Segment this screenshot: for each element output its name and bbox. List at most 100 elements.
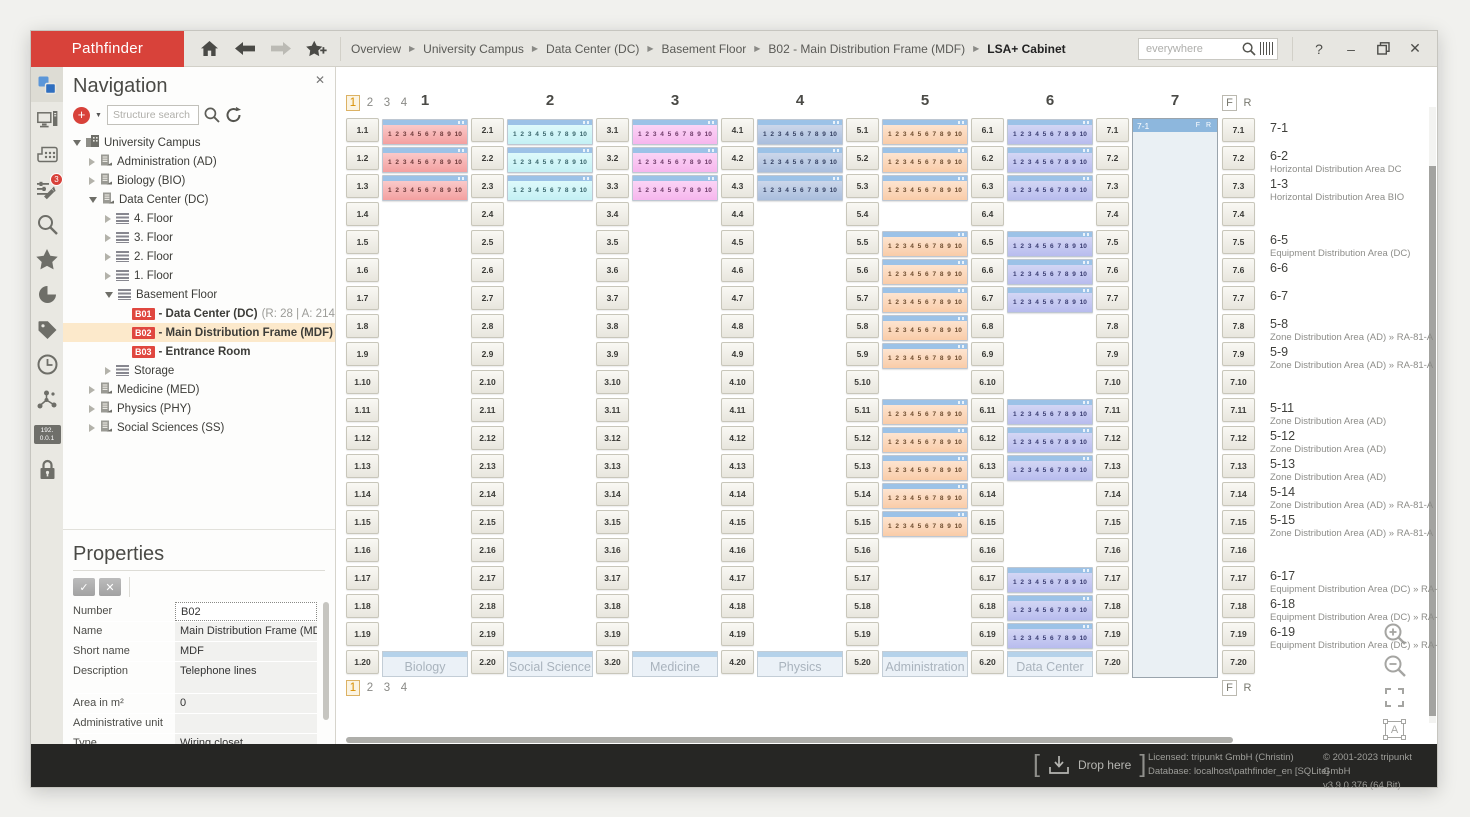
collapsed-arrow-icon[interactable] bbox=[89, 424, 95, 432]
tree-item[interactable]: University Campus bbox=[63, 133, 335, 152]
collapsed-arrow-icon[interactable] bbox=[89, 386, 95, 394]
row-label-1.4[interactable]: 1.4 bbox=[346, 202, 379, 226]
row-label-6.18[interactable]: 6.18 bbox=[971, 594, 1004, 618]
terminal-block-5.1[interactable]: 12345678910 bbox=[882, 119, 968, 145]
terminal-block-5.13[interactable]: 12345678910 bbox=[882, 455, 968, 481]
row-label-3.20[interactable]: 3.20 bbox=[596, 650, 629, 674]
row-label-2.16[interactable]: 2.16 bbox=[471, 538, 504, 562]
property-value-field[interactable]: Main Distribution Frame (MDF) bbox=[175, 622, 317, 641]
terminal-block-6.7[interactable]: 12345678910 bbox=[1007, 287, 1093, 313]
properties-scrollbar[interactable] bbox=[323, 602, 329, 720]
terminal-block-6.5[interactable]: 12345678910 bbox=[1007, 231, 1093, 257]
terminal-block-2.2[interactable]: 12345678910 bbox=[507, 147, 593, 173]
row-label-1.16[interactable]: 1.16 bbox=[346, 538, 379, 562]
tree-item[interactable]: Administration (AD) bbox=[63, 152, 335, 171]
row-label-5.20[interactable]: 5.20 bbox=[846, 650, 879, 674]
row-label-right-7.12[interactable]: 7.12 bbox=[1222, 426, 1255, 450]
row-label-4.18[interactable]: 4.18 bbox=[721, 594, 754, 618]
terminal-block-6.11[interactable]: 12345678910 bbox=[1007, 399, 1093, 425]
structure-search-icon[interactable] bbox=[204, 107, 220, 123]
row-label-5.18[interactable]: 5.18 bbox=[846, 594, 879, 618]
row-label-5.1[interactable]: 5.1 bbox=[846, 118, 879, 142]
row-label-5.14[interactable]: 5.14 bbox=[846, 482, 879, 506]
row-label-7.11[interactable]: 7.11 bbox=[1096, 398, 1129, 422]
row-label-1.3[interactable]: 1.3 bbox=[346, 174, 379, 198]
breadcrumb-item[interactable]: University Campus bbox=[423, 42, 524, 56]
row-label-4.12[interactable]: 4.12 bbox=[721, 426, 754, 450]
row-label-1.2[interactable]: 1.2 bbox=[346, 146, 379, 170]
row-label-6.4[interactable]: 6.4 bbox=[971, 202, 1004, 226]
row-label-3.11[interactable]: 3.11 bbox=[596, 398, 629, 422]
row-label-2.5[interactable]: 2.5 bbox=[471, 230, 504, 254]
sidebar-item-pie-chart[interactable] bbox=[31, 277, 63, 312]
row-label-7.9[interactable]: 7.9 bbox=[1096, 342, 1129, 366]
row-label-5.2[interactable]: 5.2 bbox=[846, 146, 879, 170]
row-label-3.18[interactable]: 3.18 bbox=[596, 594, 629, 618]
row-label-2.11[interactable]: 2.11 bbox=[471, 398, 504, 422]
row-label-5.8[interactable]: 5.8 bbox=[846, 314, 879, 338]
tree-item[interactable]: 3. Floor bbox=[63, 228, 335, 247]
row-label-4.11[interactable]: 4.11 bbox=[721, 398, 754, 422]
row-label-4.6[interactable]: 4.6 bbox=[721, 258, 754, 282]
row-label-right-7.1[interactable]: 7.1 bbox=[1222, 118, 1255, 142]
sidebar-item-favorites[interactable] bbox=[31, 242, 63, 277]
terminal-block-6.18[interactable]: 12345678910 bbox=[1007, 595, 1093, 621]
collapsed-arrow-icon[interactable] bbox=[105, 215, 111, 223]
row-label-3.8[interactable]: 3.8 bbox=[596, 314, 629, 338]
row-label-2.4[interactable]: 2.4 bbox=[471, 202, 504, 226]
breadcrumb-item[interactable]: LSA+ Cabinet bbox=[987, 42, 1065, 56]
row-label-5.4[interactable]: 5.4 bbox=[846, 202, 879, 226]
row-label-4.10[interactable]: 4.10 bbox=[721, 370, 754, 394]
row-label-1.6[interactable]: 1.6 bbox=[346, 258, 379, 282]
connection-entry-1-3[interactable]: 1-3Horizontal Distribution Area BIO bbox=[1270, 177, 1437, 203]
help-button[interactable]: ? bbox=[1307, 38, 1331, 60]
row-label-right-7.4[interactable]: 7.4 bbox=[1222, 202, 1255, 226]
structure-search-input[interactable] bbox=[107, 105, 199, 125]
row-label-2.6[interactable]: 2.6 bbox=[471, 258, 504, 282]
page-tab-1[interactable]: 1 bbox=[346, 680, 360, 696]
row-label-7.1[interactable]: 7.1 bbox=[1096, 118, 1129, 142]
department-plate[interactable]: Social Science bbox=[507, 651, 593, 677]
back-icon[interactable] bbox=[234, 39, 256, 59]
terminal-block-4.1[interactable]: 12345678910 bbox=[757, 119, 843, 145]
terminal-block-1.1[interactable]: 12345678910 bbox=[382, 119, 468, 145]
row-label-3.9[interactable]: 3.9 bbox=[596, 342, 629, 366]
row-label-3.7[interactable]: 3.7 bbox=[596, 286, 629, 310]
page-tab-2[interactable]: 2 bbox=[363, 95, 377, 111]
row-label-7.16[interactable]: 7.16 bbox=[1096, 538, 1129, 562]
row-label-7.4[interactable]: 7.4 bbox=[1096, 202, 1129, 226]
sidebar-item-tools[interactable]: 3 bbox=[31, 172, 63, 207]
row-label-2.10[interactable]: 2.10 bbox=[471, 370, 504, 394]
terminal-block-4.2[interactable]: 12345678910 bbox=[757, 147, 843, 173]
row-label-7.20[interactable]: 7.20 bbox=[1096, 650, 1129, 674]
row-label-7.3[interactable]: 7.3 bbox=[1096, 174, 1129, 198]
sidebar-item-lock[interactable] bbox=[31, 452, 63, 487]
terminal-block-5.7[interactable]: 12345678910 bbox=[882, 287, 968, 313]
row-label-3.13[interactable]: 3.13 bbox=[596, 454, 629, 478]
row-label-1.18[interactable]: 1.18 bbox=[346, 594, 379, 618]
favorite-add-icon[interactable] bbox=[306, 39, 328, 59]
row-label-6.20[interactable]: 6.20 bbox=[971, 650, 1004, 674]
row-label-4.2[interactable]: 4.2 bbox=[721, 146, 754, 170]
row-label-3.2[interactable]: 3.2 bbox=[596, 146, 629, 170]
apply-button[interactable]: ✓ bbox=[73, 578, 95, 596]
row-label-3.14[interactable]: 3.14 bbox=[596, 482, 629, 506]
row-label-2.17[interactable]: 2.17 bbox=[471, 566, 504, 590]
row-label-1.17[interactable]: 1.17 bbox=[346, 566, 379, 590]
row-label-3.15[interactable]: 3.15 bbox=[596, 510, 629, 534]
sidebar-item-tag[interactable] bbox=[31, 312, 63, 347]
row-label-4.7[interactable]: 4.7 bbox=[721, 286, 754, 310]
row-label-right-7.19[interactable]: 7.19 bbox=[1222, 622, 1255, 646]
row-label-2.8[interactable]: 2.8 bbox=[471, 314, 504, 338]
tree-item[interactable]: B02- Main Distribution Frame (MDF)(R: bbox=[63, 323, 335, 342]
rear-view-button[interactable]: R bbox=[1240, 680, 1255, 696]
sidebar-item-ip-address[interactable]: 192.0.0.1 bbox=[31, 417, 63, 452]
terminal-block-6.13[interactable]: 12345678910 bbox=[1007, 455, 1093, 481]
row-label-4.17[interactable]: 4.17 bbox=[721, 566, 754, 590]
terminal-block-6.12[interactable]: 12345678910 bbox=[1007, 427, 1093, 453]
row-label-2.18[interactable]: 2.18 bbox=[471, 594, 504, 618]
terminal-block-5.2[interactable]: 12345678910 bbox=[882, 147, 968, 173]
row-label-6.14[interactable]: 6.14 bbox=[971, 482, 1004, 506]
terminal-block-5.8[interactable]: 12345678910 bbox=[882, 315, 968, 341]
tree-item[interactable]: 2. Floor bbox=[63, 247, 335, 266]
